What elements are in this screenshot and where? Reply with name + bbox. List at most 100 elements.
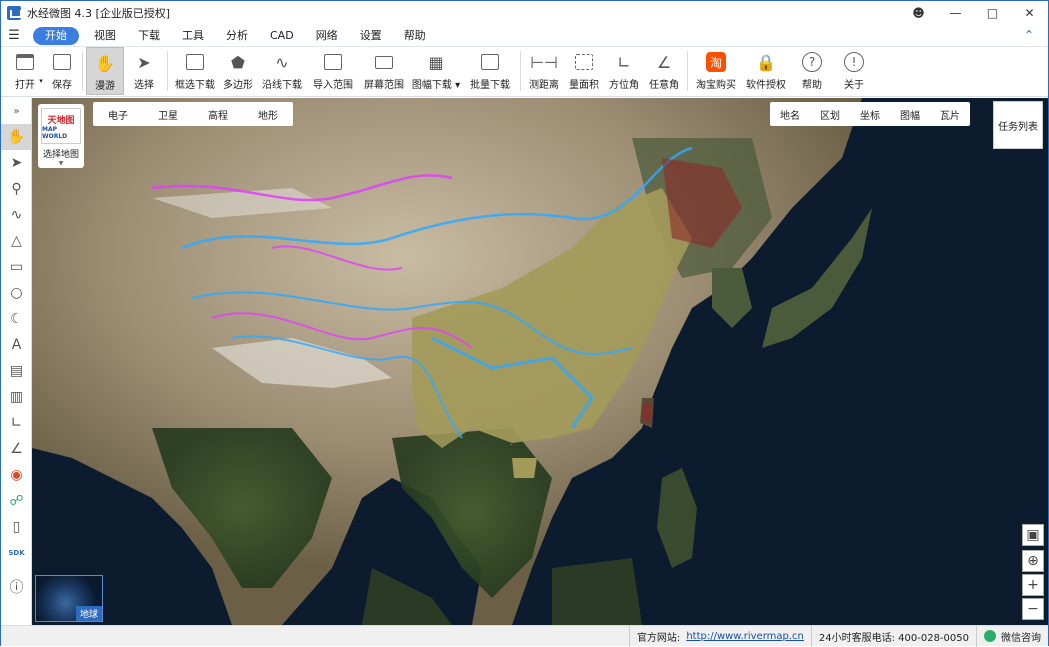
hamburger-menu-icon[interactable]: ☰ (1, 28, 27, 43)
ribbon-toolbar: 打开 ▾ 保存 ✋ 漫游 ➤ 选择 框选下载 ⬟ 多边形 ∿ 沿线下载 导入范围… (1, 47, 1048, 97)
zoom-in-button[interactable]: + (1022, 574, 1044, 596)
crosshair-icon: ⊕ (1027, 553, 1039, 569)
chevron-down-icon: ▼ (58, 160, 64, 167)
sheet-download-button[interactable]: ▦ 图幅下载 ▾ (409, 47, 463, 95)
box-download-button[interactable]: 框选下载 (171, 47, 219, 95)
layer-tab-elevation[interactable]: 高程 (193, 107, 243, 122)
hand-tool-icon[interactable]: ✋ (1, 124, 32, 150)
overlay-tab-placenames[interactable]: 地名 (770, 107, 810, 122)
screen-range-button[interactable]: 屏幕范围 (359, 47, 409, 95)
globe-plugin-icon[interactable]: ◉ (1, 462, 32, 488)
wechat-button[interactable]: 微信咨询 (976, 625, 1048, 647)
layer-tab-satellite[interactable]: 卫星 (143, 107, 193, 122)
sheet-download-label: 图幅下载 ▾ (411, 80, 461, 91)
map-world-logo: 天地图 MAP WORLD (41, 108, 81, 144)
map-source-selector[interactable]: 天地图 MAP WORLD 选择地图 ▼ (38, 104, 84, 168)
grid-sheet-icon: ▦ (428, 52, 444, 72)
map-selector-label: 选择地图 (42, 150, 79, 160)
menu-settings[interactable]: 设置 (349, 27, 393, 45)
license-button[interactable]: 🔒 软件授权 (741, 47, 791, 95)
menu-cad[interactable]: CAD (259, 27, 305, 45)
help-icon: ? (800, 51, 824, 73)
polygon-button[interactable]: ⬟ 多边形 (219, 47, 257, 95)
help-label: 帮助 (802, 80, 822, 91)
wechat-icon (984, 630, 996, 642)
place-label: · (510, 441, 513, 449)
menu-download[interactable]: 下载 (127, 27, 171, 45)
help-button[interactable]: ? 帮助 (791, 47, 833, 95)
zoom-out-button[interactable]: − (1022, 598, 1044, 620)
overlay-tab-divisions[interactable]: 区划 (810, 107, 850, 122)
circle-tool-icon[interactable]: ○ (1, 280, 32, 306)
any-angle-button[interactable]: ∠ 任意角 (644, 47, 684, 95)
layer-tab-electronic[interactable]: 电子 (93, 107, 143, 122)
satellite-basemap (32, 98, 1048, 625)
batch-download-button[interactable]: 批量下载 (463, 47, 517, 95)
open-label: 打开 (15, 80, 35, 91)
fullscreen-button[interactable]: ▣ (1022, 524, 1044, 546)
pan-button[interactable]: ✋ 漫游 (86, 47, 124, 95)
taobao-label: 淘宝购买 (696, 80, 736, 91)
measure-area-label: 量面积 (569, 80, 599, 91)
menu-view[interactable]: 视图 (83, 27, 127, 45)
hotline-text: 24小时客服电话: 400-028-0050 (818, 632, 969, 644)
polygon-icon: ⬟ (231, 52, 245, 72)
batch-icon (478, 51, 502, 73)
measure-area-tool-icon[interactable]: ▥ (1, 384, 32, 410)
sdk-button[interactable]: SDK (1, 540, 32, 566)
overlay-tab-coordinates[interactable]: 坐标 (850, 107, 890, 122)
locate-button[interactable]: ⊕ (1022, 550, 1044, 572)
menu-analysis[interactable]: 分析 (215, 27, 259, 45)
monitor-icon (372, 51, 396, 73)
polyline-tool-icon[interactable]: ∿ (1, 202, 32, 228)
rectangle-tool-icon[interactable]: ▭ (1, 254, 32, 280)
user-icon[interactable]: ☻ (900, 1, 937, 24)
measure-distance-button[interactable]: ⊢⊣ 测距离 (524, 47, 564, 95)
marker-tool-icon[interactable]: ⚲ (1, 176, 32, 202)
box-download-icon (183, 51, 207, 73)
azimuth-icon: ∟ (617, 52, 631, 72)
phone-plugin-icon[interactable]: ▯ (1, 514, 32, 540)
expand-sidebar-icon[interactable]: » (1, 98, 32, 124)
measure-area-button[interactable]: 量面积 (564, 47, 604, 95)
collapse-ribbon-icon[interactable]: ⌃ (1024, 28, 1034, 42)
help-sidebar-icon[interactable]: ⓘ (1, 574, 32, 600)
crescent-tool-icon[interactable]: ☾ (1, 306, 32, 332)
import-range-button[interactable]: 导入范围 (307, 47, 359, 95)
task-list-button[interactable]: 任务列表 (993, 101, 1043, 149)
left-tool-sidebar: » ✋ ➤ ⚲ ∿ △ ▭ ○ ☾ A ▤ ▥ ∟ ∠ ◉ ☍ ▯ SDK ⓘ (1, 98, 32, 625)
minimize-button[interactable]: — (937, 1, 974, 24)
overlay-tab-sheets[interactable]: 图幅 (890, 107, 930, 122)
earth-view-button[interactable]: 地球 (35, 575, 103, 622)
info-icon: ! (842, 51, 866, 73)
hand-icon: ✋ (95, 53, 115, 73)
layer-tab-terrain[interactable]: 地形 (243, 107, 293, 122)
website-link[interactable]: http://www.rivermap.cn (686, 631, 804, 642)
wechat-label: 微信咨询 (1001, 632, 1041, 644)
menu-start[interactable]: 开始 (33, 26, 79, 45)
azimuth-tool-icon[interactable]: ∟ (1, 410, 32, 436)
overlay-tab-tiles[interactable]: 瓦片 (930, 107, 970, 122)
about-button[interactable]: ! 关于 (833, 47, 875, 95)
menu-tools[interactable]: 工具 (171, 27, 215, 45)
save-button[interactable]: 保存 (45, 47, 79, 95)
angle-tool-icon[interactable]: ∠ (1, 436, 32, 462)
map-view[interactable]: · 天地图 MAP WORLD 选择地图 ▼ 电子 卫星 高程 地形 地名 区划… (32, 98, 1048, 625)
azimuth-button[interactable]: ∟ 方位角 (604, 47, 644, 95)
maximize-button[interactable]: □ (974, 1, 1011, 24)
link-plugin-icon[interactable]: ☍ (1, 488, 32, 514)
line-download-button[interactable]: ∿ 沿线下载 (257, 47, 307, 95)
polygon-label: 多边形 (223, 80, 253, 91)
toolbar-divider (687, 51, 688, 91)
menu-help[interactable]: 帮助 (393, 27, 437, 45)
text-tool-icon[interactable]: A (1, 332, 32, 358)
open-button[interactable]: 打开 ▾ (5, 47, 45, 95)
menu-network[interactable]: 网络 (305, 27, 349, 45)
measure-distance-tool-icon[interactable]: ▤ (1, 358, 32, 384)
taobao-button[interactable]: 淘 淘宝购买 (691, 47, 741, 95)
close-button[interactable]: ✕ (1011, 1, 1048, 24)
line-download-label: 沿线下载 (262, 80, 302, 91)
polygon-tool-icon[interactable]: △ (1, 228, 32, 254)
pointer-tool-icon[interactable]: ➤ (1, 150, 32, 176)
select-button[interactable]: ➤ 选择 (124, 47, 164, 95)
